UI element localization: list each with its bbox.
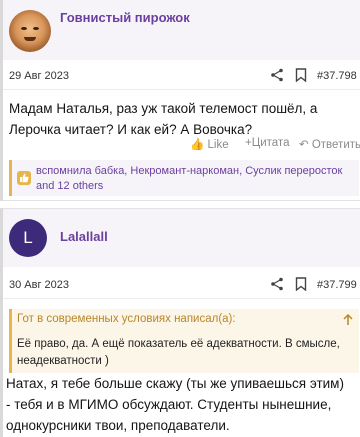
likes-list-link[interactable]: вспомнила бабка, Некромант-наркоман, Сус… xyxy=(36,164,358,194)
bookmark-icon[interactable] xyxy=(295,68,307,82)
post-37798: Говнистый пирожок 29 Авг 2023 #37.798 Ма… xyxy=(0,0,360,201)
share-icon[interactable] xyxy=(270,68,284,82)
post-user-header: Говнистый пирожок xyxy=(3,0,360,60)
post-message: Натах, я тебе больше скажу (ты же упивае… xyxy=(6,376,344,433)
avatar[interactable]: L xyxy=(9,219,47,257)
post-number-link[interactable]: #37.798 xyxy=(317,70,357,82)
like-button[interactable]: 👍 Like xyxy=(190,137,229,151)
post-user-header: L Lalallall xyxy=(3,209,360,267)
post-meta: 29 Авг 2023 #37.798 xyxy=(3,64,360,90)
post-number-link[interactable]: #37.799 xyxy=(317,279,357,291)
share-icon[interactable] xyxy=(270,277,284,291)
reply-icon: ↶ xyxy=(299,139,309,151)
username-link[interactable]: Говнистый пирожок xyxy=(60,10,190,25)
reply-button[interactable]: ↶ Ответить xyxy=(299,137,360,151)
quote-header[interactable]: Гот в современных условиях написал(а): xyxy=(12,309,359,331)
bookmark-icon[interactable] xyxy=(295,277,307,291)
likes-summary: вспомнила бабка, Некромант-наркоман, Сус… xyxy=(9,160,359,196)
username-link[interactable]: Lalallall xyxy=(60,229,108,244)
avatar[interactable] xyxy=(9,10,51,52)
post-date[interactable]: 30 Авг 2023 xyxy=(9,279,69,291)
thumbs-up-icon: 👍 xyxy=(190,139,205,151)
quote-block: Гот в современных условиях написал(а): Е… xyxy=(9,309,359,373)
quote-button[interactable]: +Цитата xyxy=(245,137,289,149)
quote-author-text: Гот в современных условиях написал(а): xyxy=(17,313,236,325)
post-date[interactable]: 29 Авг 2023 xyxy=(9,70,69,82)
quote-text: Её право, да. А ещё показатель её адеква… xyxy=(17,338,340,367)
thumbs-up-icon xyxy=(17,171,31,185)
post-meta: 30 Авг 2023 #37.799 xyxy=(3,273,360,299)
post-actions: 👍 Like +Цитата ↶ Ответить xyxy=(3,134,360,154)
arrow-up-icon[interactable] xyxy=(342,314,354,326)
quote-label: +Цитата xyxy=(245,137,290,149)
